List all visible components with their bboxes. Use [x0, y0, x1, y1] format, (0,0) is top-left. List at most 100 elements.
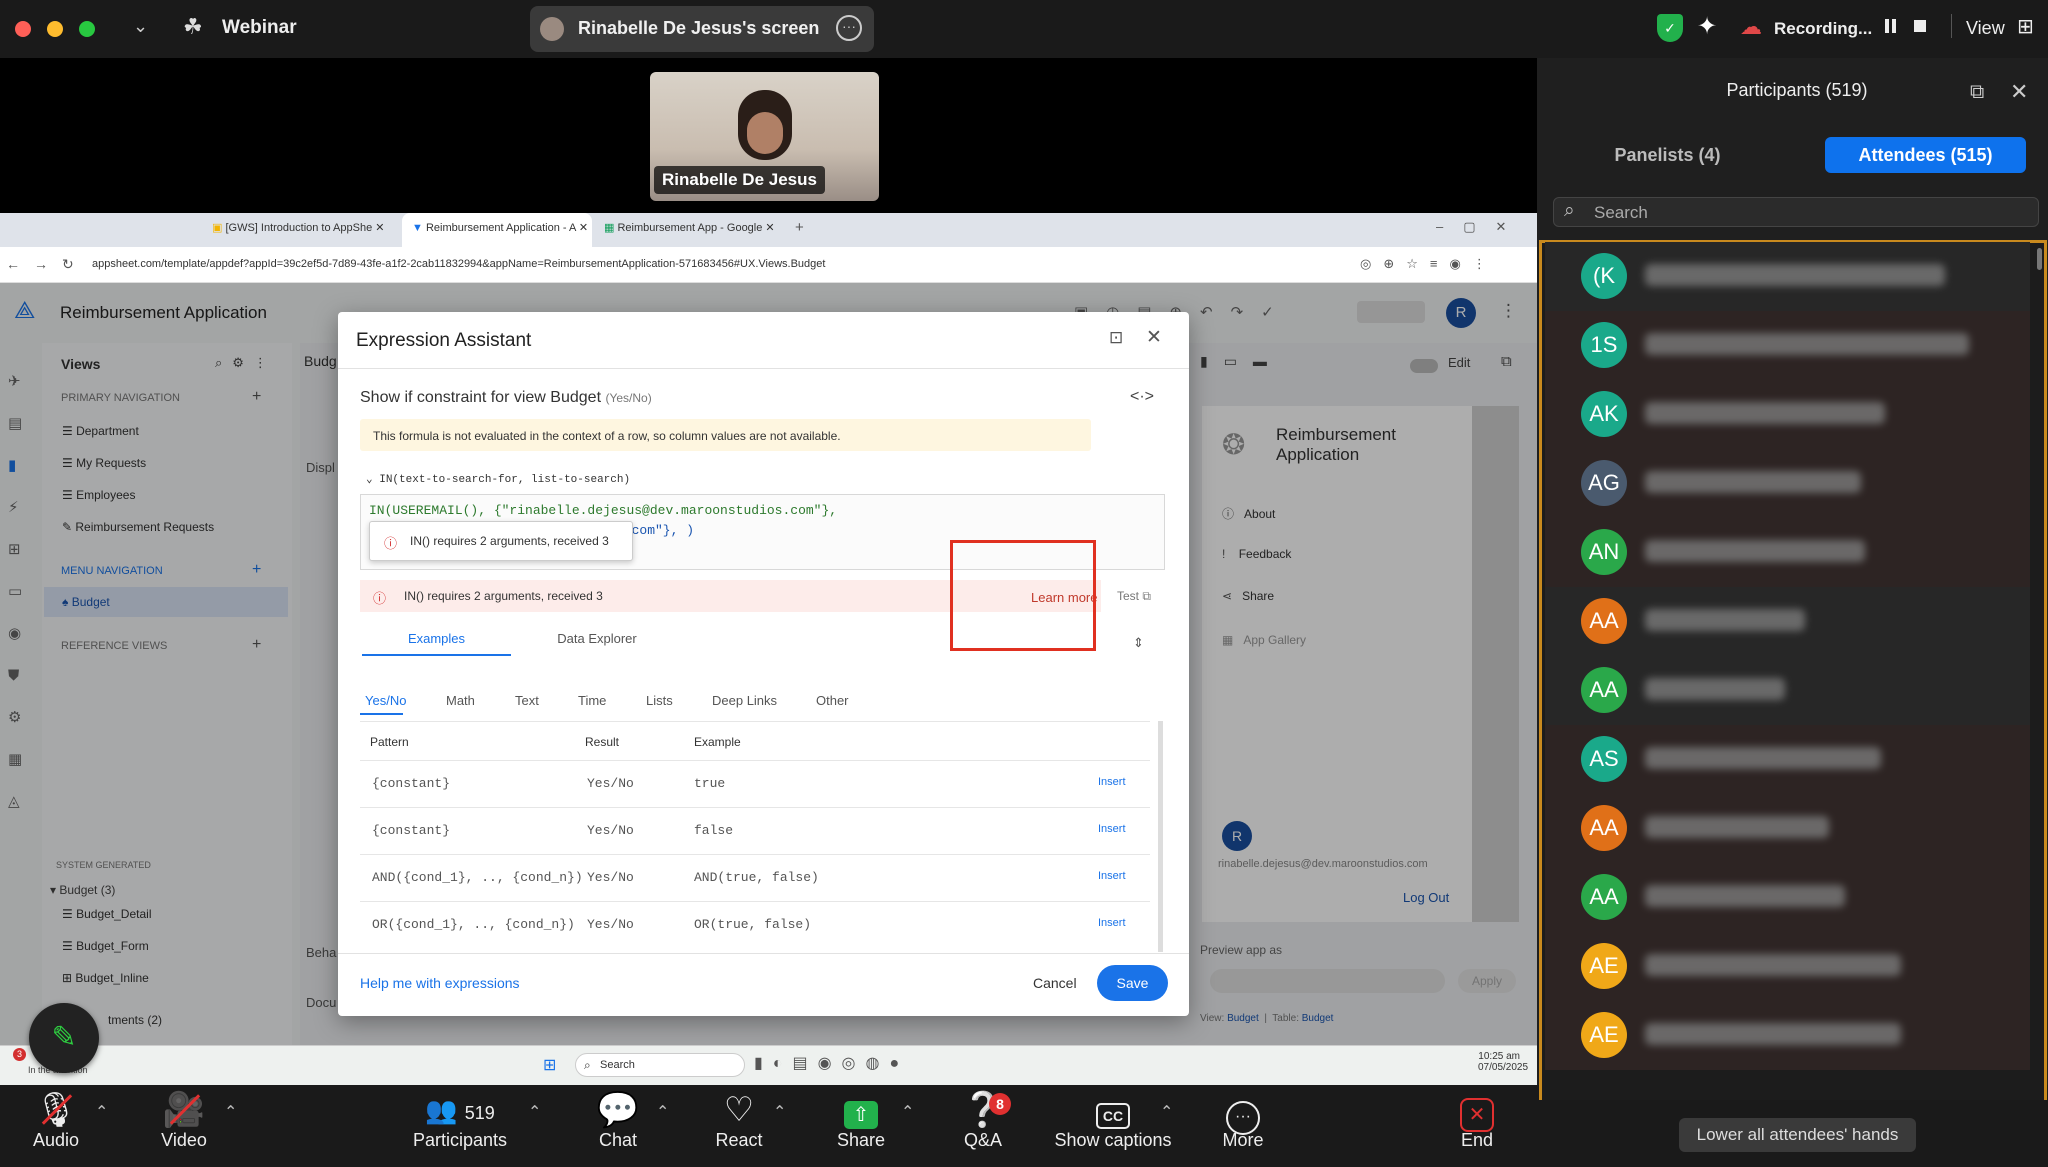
- table-header-row: Pattern Result Example: [360, 721, 1150, 760]
- pause-recording-icon[interactable]: [1885, 19, 1896, 33]
- chat-icon: 💬: [596, 1091, 640, 1129]
- subtab-yes-no[interactable]: Yes/No: [365, 693, 406, 708]
- video-options-chevron[interactable]: ⌃: [224, 1102, 237, 1122]
- attendee-row[interactable]: AK: [1545, 380, 2030, 449]
- insert-button[interactable]: Insert: [1098, 870, 1126, 882]
- table-scrollbar[interactable]: [1158, 721, 1163, 952]
- subtab-deep-links[interactable]: Deep Links: [712, 693, 777, 708]
- help-expressions-link[interactable]: Help me with expressions: [360, 975, 520, 991]
- browser-action-icons[interactable]: ◎⊕☆≡◉⋮: [1360, 256, 1498, 272]
- new-tab-icon[interactable]: +: [795, 219, 804, 236]
- attendee-list-scrollbar[interactable]: [2037, 248, 2042, 270]
- presenter-name: Rinabelle De Jesus: [654, 166, 825, 194]
- nav-buttons[interactable]: ←→↻: [6, 256, 88, 273]
- taskbar-search[interactable]: ⌕ Search: [575, 1053, 745, 1077]
- browser-tab-2[interactable]: ▼ Reimbursement Application - A ✕: [412, 221, 588, 234]
- expression-line-1[interactable]: IN(USEREMAIL(), {"rinabelle.dejesus@dev.…: [369, 503, 837, 518]
- screen-share-pill[interactable]: Rinabelle De Jesus's screen ···: [530, 6, 874, 52]
- attendee-row[interactable]: AA: [1545, 863, 2030, 932]
- tab-panelists[interactable]: Panelists (4): [1540, 137, 1795, 173]
- participants-button[interactable]: 👥 519 Participants: [410, 1090, 510, 1151]
- subtab-time[interactable]: Time: [578, 693, 606, 708]
- audio-options-chevron[interactable]: ⌃: [95, 1102, 108, 1122]
- subtab-lists[interactable]: Lists: [646, 693, 673, 708]
- tab-attendees[interactable]: Attendees (515): [1825, 137, 2026, 173]
- subtab-indicator: [360, 713, 403, 715]
- chat-options-chevron[interactable]: ⌃: [656, 1102, 669, 1122]
- row-pattern: AND({cond_1}, .., {cond_n}): [372, 870, 583, 885]
- attendee-row[interactable]: AE: [1545, 1001, 2030, 1070]
- audio-button[interactable]: 🎙Audio: [20, 1090, 92, 1151]
- code-toggle-icon[interactable]: <·>: [1130, 388, 1154, 406]
- attendee-search-input[interactable]: ⌕ Search: [1553, 197, 2039, 227]
- react-button[interactable]: ♡ React: [704, 1090, 774, 1151]
- react-options-chevron[interactable]: ⌃: [773, 1102, 786, 1122]
- close-dialog-icon[interactable]: ✕: [1146, 326, 1162, 349]
- grid-view-icon[interactable]: ⊞: [2017, 14, 2034, 39]
- attendee-avatar: AG: [1581, 460, 1627, 506]
- row-result: Yes/No: [587, 776, 634, 791]
- insert-button[interactable]: Insert: [1098, 776, 1126, 788]
- highlight-annotation-box: [950, 540, 1096, 651]
- attendee-row[interactable]: AE: [1545, 932, 2030, 1001]
- insert-button[interactable]: Insert: [1098, 917, 1126, 929]
- attendee-row[interactable]: AG: [1545, 449, 2030, 518]
- chat-button[interactable]: 💬 Chat: [585, 1090, 651, 1151]
- attendee-row[interactable]: 1S: [1545, 311, 2030, 380]
- more-options-icon[interactable]: ···: [836, 15, 862, 41]
- view-button[interactable]: View: [1966, 18, 2005, 39]
- tab-data-explorer[interactable]: Data Explorer: [531, 622, 663, 656]
- row-result: Yes/No: [587, 917, 634, 932]
- presenter-face: [747, 112, 783, 154]
- popout-icon[interactable]: ⧉: [1970, 81, 1984, 104]
- shield-check-icon[interactable]: ✓: [1657, 14, 1683, 42]
- attendee-row[interactable]: (K: [1545, 242, 2030, 311]
- attendee-name-blurred: [1645, 264, 1945, 286]
- participants-icon: 👥 519: [425, 1095, 495, 1125]
- collapse-icon[interactable]: ⇕: [1133, 635, 1144, 651]
- taskbar-app-icons[interactable]: ▮◐▤◉◎◍●: [754, 1053, 909, 1073]
- save-button[interactable]: Save: [1097, 965, 1168, 1001]
- lower-all-hands-button[interactable]: Lower all attendees' hands: [1679, 1118, 1916, 1152]
- browser-tab-3[interactable]: ▦ Reimbursement App - Google ✕: [604, 221, 780, 234]
- more-button[interactable]: ··· More: [1212, 1090, 1274, 1151]
- window-controls[interactable]: –▢✕: [1436, 219, 1526, 235]
- attendee-row[interactable]: AA: [1545, 794, 2030, 863]
- attendee-name-blurred: [1645, 816, 1829, 838]
- close-window-button[interactable]: [15, 21, 31, 37]
- participants-options-chevron[interactable]: ⌃: [528, 1102, 541, 1122]
- sparkle-icon[interactable]: ✦: [1697, 12, 1717, 41]
- stop-recording-icon[interactable]: [1914, 20, 1926, 32]
- subtab-text[interactable]: Text: [515, 693, 539, 708]
- captions-options-chevron[interactable]: ⌃: [1160, 1102, 1173, 1122]
- taskbar-clock: 10:25 am 07/05/2025: [1478, 1051, 1529, 1073]
- chevron-down-icon[interactable]: ⌄: [133, 16, 148, 37]
- video-button[interactable]: 🎥Video: [148, 1090, 220, 1151]
- subtab-other[interactable]: Other: [816, 693, 849, 708]
- test-link[interactable]: Test ⧉: [1117, 589, 1151, 604]
- url-field[interactable]: appsheet.com/template/appdef?appId=39c2e…: [92, 258, 1347, 278]
- minimize-window-button[interactable]: [47, 21, 63, 37]
- attendee-row[interactable]: AN: [1545, 518, 2030, 587]
- subtab-math[interactable]: Math: [446, 693, 475, 708]
- presenter-video[interactable]: Rinabelle De Jesus: [650, 72, 879, 201]
- attendee-row[interactable]: AS: [1545, 725, 2030, 794]
- end-button[interactable]: ✕ End: [1446, 1090, 1508, 1151]
- annotate-pen-icon[interactable]: ✎: [29, 1003, 99, 1073]
- attendee-row[interactable]: AA: [1545, 656, 2030, 725]
- share-button[interactable]: ⇧ Share: [826, 1090, 896, 1151]
- cancel-button[interactable]: Cancel: [1033, 975, 1077, 991]
- insert-button[interactable]: Insert: [1098, 823, 1126, 835]
- browser-tab-1[interactable]: ▣ [GWS] Introduction to AppShe ✕: [212, 221, 394, 234]
- feedback-icon[interactable]: ⊡: [1109, 328, 1123, 348]
- share-options-chevron[interactable]: ⌃: [901, 1102, 914, 1122]
- row-example: AND(true, false): [694, 870, 819, 885]
- attendee-row[interactable]: AA: [1545, 587, 2030, 656]
- captions-button[interactable]: CC Show captions: [1048, 1090, 1178, 1151]
- tab-examples[interactable]: Examples: [362, 622, 511, 656]
- windows-start-icon[interactable]: ⊞: [543, 1055, 556, 1075]
- attendee-name-blurred: [1645, 678, 1785, 700]
- maximize-window-button[interactable]: [79, 21, 95, 37]
- close-panel-icon[interactable]: ✕: [2010, 79, 2028, 105]
- table-row: AND({cond_1}, .., {cond_n}) Yes/No AND(t…: [360, 854, 1150, 901]
